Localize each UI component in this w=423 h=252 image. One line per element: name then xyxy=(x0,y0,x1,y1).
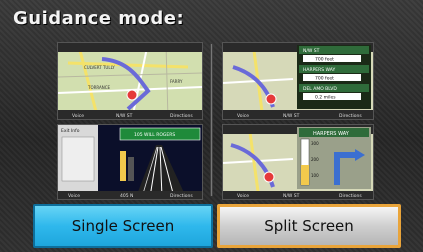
distance-tick: 200 xyxy=(311,157,319,162)
voice-label: Voice xyxy=(237,193,249,199)
map-street-label: CULVERT TULLY xyxy=(84,65,115,70)
directions-label: Directions xyxy=(339,193,362,199)
single-screen-label: Single Screen xyxy=(71,217,175,235)
turn-list-street: HARPERS WAY xyxy=(303,67,335,73)
turn-list-distance: 700 feet xyxy=(315,76,334,82)
current-street-label: N/W ST xyxy=(116,113,133,119)
current-street-label: N/W ST xyxy=(283,193,300,199)
distance-tick: 100 xyxy=(311,173,319,178)
split-screen-button[interactable]: Split Screen xyxy=(217,204,401,248)
single-lane-preview: 105 WILL ROGERS Exit Info Voice 405 N Di… xyxy=(57,124,203,200)
directions-label: Directions xyxy=(170,193,193,199)
turn-list-distance: 0.2 miles xyxy=(315,95,336,101)
directions-label: Directions xyxy=(170,113,193,119)
page-title: Guidance mode: xyxy=(13,8,185,29)
current-street-label: 405 N xyxy=(120,193,133,199)
guidance-mode-screen: Guidance mode: CULVERT TULLY TORRANCE FA… xyxy=(0,0,423,252)
preview-divider xyxy=(210,44,213,196)
split-screen-label: Split Screen xyxy=(264,217,354,235)
turn-list-street: N/W ST xyxy=(303,48,320,54)
voice-label: Voice xyxy=(68,193,80,199)
map-street-label: TORRANCE xyxy=(87,85,111,90)
map-street-label: FARRY xyxy=(170,79,183,84)
exit-info-label: Exit Info xyxy=(61,128,80,134)
split-turn-preview: HARPERS WAY 300 200 100 Voice N/W ST Dir… xyxy=(222,124,374,200)
turn-street-name: HARPERS WAY xyxy=(313,131,350,137)
voice-label: Voice xyxy=(237,113,249,119)
split-list-preview: N/W ST 700 feet HARPERS WAY 700 feet DEL… xyxy=(222,42,374,120)
voice-label: Voice xyxy=(72,113,84,119)
exit-sign-text: 105 WILL ROGERS xyxy=(134,132,175,138)
current-street-label: N/W ST xyxy=(283,113,300,119)
single-screen-button[interactable]: Single Screen xyxy=(33,204,213,248)
directions-label: Directions xyxy=(339,113,362,119)
distance-tick: 300 xyxy=(311,141,319,146)
turn-list-street: DEL AMO BLVD xyxy=(303,86,337,92)
turn-list-distance: 700 feet xyxy=(315,57,334,63)
single-map-preview: CULVERT TULLY TORRANCE FARRY Voice N/W S… xyxy=(57,42,203,120)
